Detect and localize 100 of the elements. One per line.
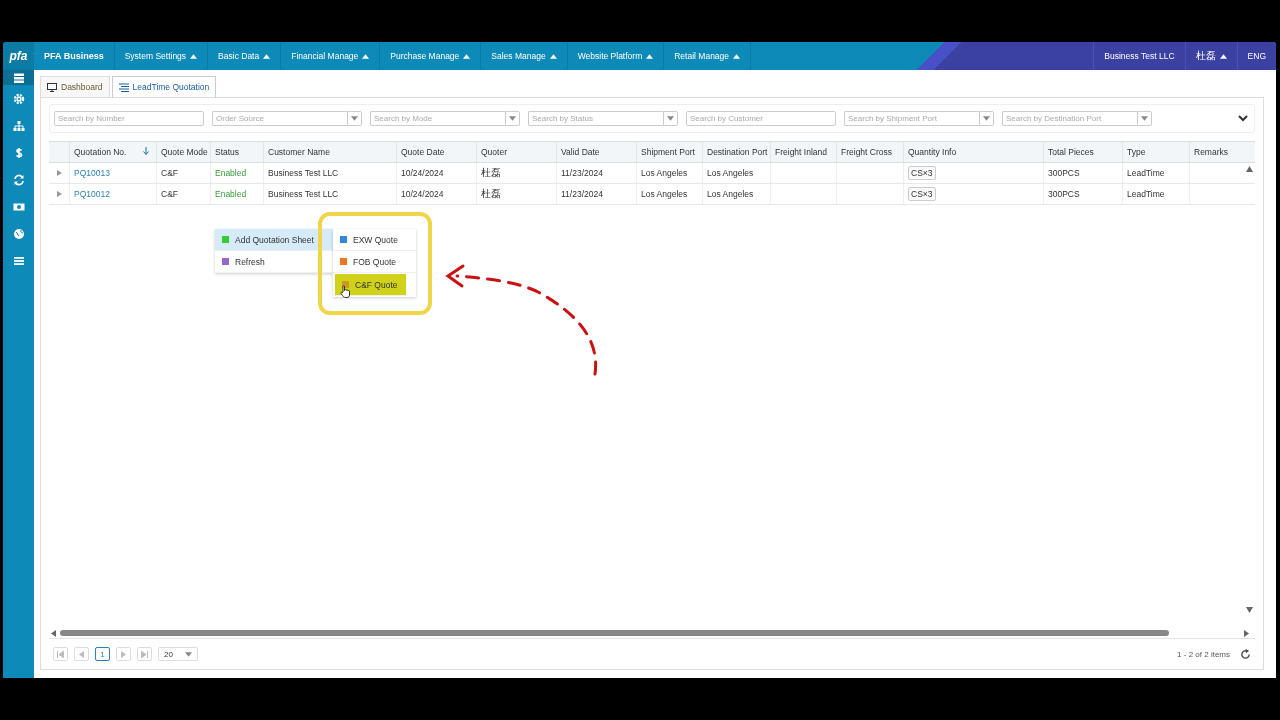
chevron-down-icon[interactable] (1238, 115, 1248, 122)
context-menu-item[interactable]: Add Quotation Sheet (215, 229, 333, 251)
dropdown-field[interactable]: Search by Mode (370, 111, 505, 126)
column-header[interactable]: Quotation No. (69, 142, 156, 162)
quotation-link[interactable]: PQ10012 (74, 189, 110, 199)
menu-icon (12, 254, 25, 267)
status-text: Enabled (215, 168, 247, 178)
menu-item[interactable]: Retail Manage (664, 42, 752, 70)
caret-icon (263, 53, 271, 59)
language-menu[interactable]: ENG (1236, 42, 1276, 70)
table-cell: Business Test LLC (268, 168, 339, 178)
sidebar-item[interactable] (3, 70, 34, 85)
search-field[interactable]: Search by Customer (686, 111, 836, 126)
expand-icon[interactable] (56, 170, 62, 176)
menu-item[interactable]: Basic Data (208, 42, 282, 70)
sync-icon (12, 173, 25, 186)
dropdown-button[interactable] (663, 111, 678, 126)
column-header[interactable]: Quoter (476, 142, 556, 162)
dropdown-button[interactable] (505, 111, 520, 126)
previous-page-button[interactable] (74, 647, 89, 661)
caret-icon (1141, 116, 1148, 121)
column-header[interactable]: Quote Mode (156, 142, 210, 162)
menu-item[interactable]: Purchase Manage (380, 42, 482, 70)
table-cell: Business Test LLC (268, 189, 339, 199)
scroll-down-icon[interactable] (1246, 607, 1253, 613)
submenu-item[interactable]: FOB Quote (333, 251, 416, 273)
caret-icon (362, 53, 370, 59)
tab[interactable]: Dashboard (40, 76, 110, 97)
page-number-button[interactable]: 1 (95, 647, 110, 661)
last-page-button[interactable] (137, 647, 152, 661)
table-cell: Los Angeles (641, 189, 688, 199)
scrollbar[interactable] (60, 630, 1170, 636)
table-cell: 11/23/2024 (561, 189, 603, 199)
sitemap-icon (12, 119, 25, 132)
quotation-link[interactable]: PQ10013 (74, 168, 110, 178)
scroll-right-icon[interactable] (1244, 629, 1249, 637)
dropdown-field[interactable]: Search by Shipment Port (844, 111, 979, 126)
pager-summary: 1 - 2 of 2 items (1177, 649, 1230, 659)
column-header[interactable]: Freight Inland (770, 142, 836, 162)
caret-icon (667, 116, 674, 121)
table-cell: C&F (161, 189, 178, 199)
column-header[interactable]: Destination Port (702, 142, 770, 162)
column-header[interactable]: Freight Cross (836, 142, 903, 162)
caret-icon (1219, 53, 1227, 59)
gear-icon (12, 92, 25, 105)
dropdown-button[interactable] (979, 111, 994, 126)
dropdown-field[interactable]: Search by Status (528, 111, 663, 126)
column-header[interactable]: Status (210, 142, 263, 162)
page-size-dropdown[interactable]: 20 (158, 647, 198, 661)
column-header[interactable]: Quote Date (396, 142, 476, 162)
next-page-icon (121, 650, 126, 658)
status-text: Enabled (215, 189, 247, 199)
caret-icon (190, 53, 198, 59)
table-cell: 300PCS (1048, 189, 1080, 199)
column-header[interactable]: Remarks (1189, 142, 1261, 162)
column-header[interactable]: Shipment Port (636, 142, 702, 162)
sort-arrow-icon[interactable] (143, 147, 149, 155)
caret-icon (646, 53, 654, 59)
table-cell: 杜磊 (481, 187, 501, 201)
column-header[interactable]: Customer Name (263, 142, 396, 162)
menu-item[interactable]: System Settings (114, 42, 209, 70)
logo: pfa (3, 42, 34, 70)
column-header[interactable]: Type (1122, 142, 1189, 162)
tab[interactable]: LeadTime Quotation (111, 76, 217, 97)
table-cell: 10/24/2024 (401, 168, 444, 178)
table-cell: LeadTime (1127, 189, 1165, 199)
dropdown-button[interactable] (347, 111, 362, 126)
submenu-item[interactable]: C&F Quote (335, 274, 406, 296)
quantity-tag: CS×3 (908, 187, 936, 201)
list-icon (12, 71, 25, 84)
caret-icon (351, 116, 358, 121)
column-header[interactable]: Quantity Info (903, 142, 1043, 162)
search-field[interactable]: Search by Number (54, 111, 204, 126)
next-page-button[interactable] (116, 647, 131, 661)
refresh-icon[interactable] (1240, 648, 1251, 660)
table-cell: 11/23/2024 (561, 168, 603, 178)
menu-item[interactable]: Sales Manage (481, 42, 568, 70)
scroll-left-icon[interactable] (51, 629, 56, 637)
table-cell: 10/24/2024 (401, 189, 444, 199)
column-header[interactable]: Total Pieces (1043, 142, 1122, 162)
first-page-button[interactable] (53, 647, 68, 661)
user-menu[interactable]: 杜磊 (1184, 42, 1237, 70)
company-menu[interactable]: Business Test LLC (1093, 42, 1185, 70)
caret-icon (549, 53, 557, 59)
table-cell: 300PCS (1048, 168, 1080, 178)
caret-icon (733, 53, 741, 59)
table-cell: Los Angeles (641, 168, 688, 178)
table-cell: C&F (161, 168, 178, 178)
menu-item[interactable]: Financial Manage (281, 42, 381, 70)
expand-icon[interactable] (56, 191, 62, 197)
dropdown-field[interactable]: Order Source (212, 111, 347, 126)
scroll-up-icon[interactable] (1246, 166, 1253, 172)
caret-icon (185, 651, 192, 657)
submenu-item[interactable]: EXW Quote (333, 229, 416, 251)
caret-icon (463, 53, 471, 59)
menu-item[interactable]: Website Platform (567, 42, 665, 70)
dropdown-field[interactable]: Search by Destination Port (1002, 111, 1137, 126)
last-page-icon (141, 650, 148, 658)
column-header[interactable]: Valid Date (556, 142, 636, 162)
dropdown-button[interactable] (1137, 111, 1152, 126)
